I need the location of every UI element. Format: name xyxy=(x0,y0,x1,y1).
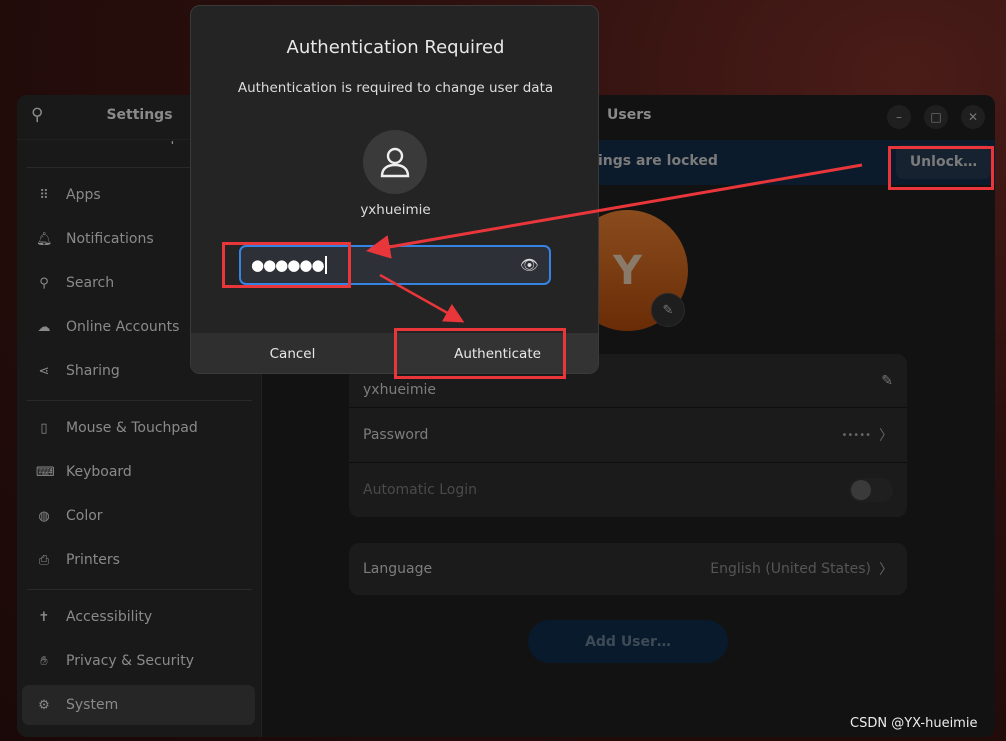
arrow-password-to-authenticate xyxy=(379,273,465,323)
annotation-arrows xyxy=(366,163,863,323)
arrow-unlock-to-password xyxy=(366,163,863,259)
watermark: CSDN @YX-hueimie xyxy=(850,716,978,731)
